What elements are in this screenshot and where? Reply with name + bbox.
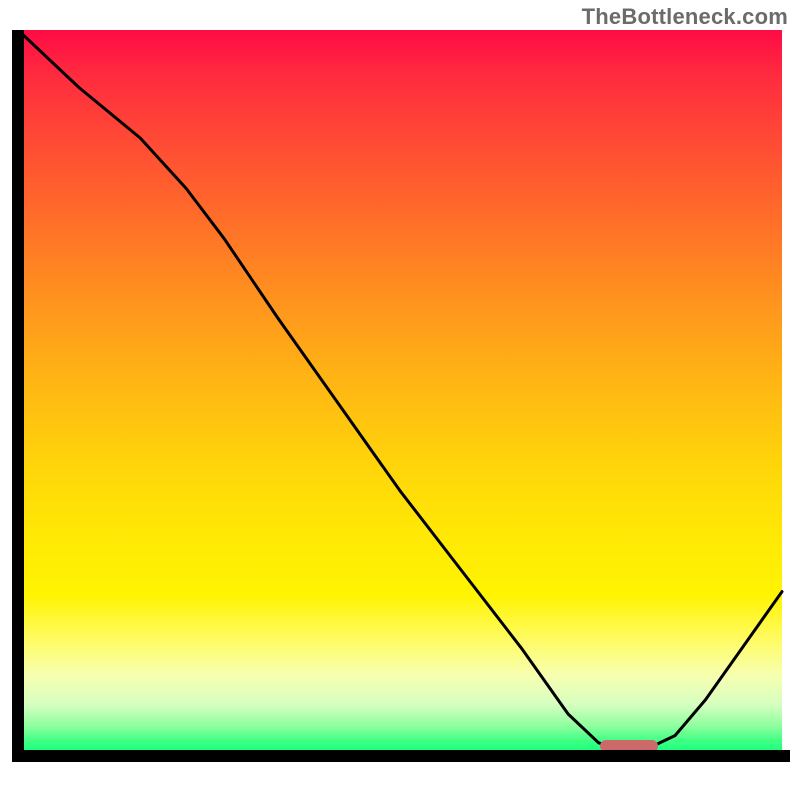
optimal-marker [600, 740, 658, 752]
watermark-text: TheBottleneck.com [582, 4, 788, 30]
chart-container: TheBottleneck.com [0, 0, 800, 800]
plot-area [10, 30, 790, 790]
heat-gradient-background [18, 30, 782, 755]
